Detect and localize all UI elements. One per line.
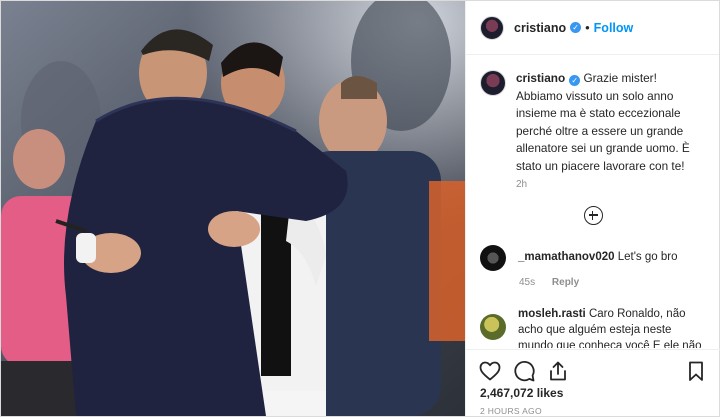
- caption-avatar[interactable]: [480, 70, 506, 96]
- commenter-avatar[interactable]: [480, 245, 506, 271]
- caption-username[interactable]: cristiano: [516, 71, 565, 85]
- comment-text: Let's go bro: [617, 251, 678, 263]
- share-icon[interactable]: [546, 359, 570, 383]
- caption-text: Grazie mister! Abbiamo vissuto un solo a…: [516, 71, 690, 173]
- author-username[interactable]: cristiano: [514, 21, 566, 35]
- comment-time[interactable]: 45s: [519, 277, 535, 288]
- comments-list[interactable]: cristiano ✓ Grazie mister! Abbiamo vissut…: [466, 56, 720, 348]
- photo-illustration: [1, 1, 465, 416]
- caption-time[interactable]: 2h: [516, 179, 720, 190]
- post-caption: cristiano ✓ Grazie mister! Abbiamo vissut…: [466, 56, 720, 175]
- post-actions-section: 2,467,072 likes 2 HOURS AGO: [466, 349, 720, 416]
- verified-icon: ✓: [569, 75, 581, 86]
- list-item: _mamathanov020 Let's go bro: [466, 245, 720, 271]
- instagram-post: cristiano ✓ • Follow cristiano ✓ Grazie m…: [0, 0, 720, 417]
- caption-text-block: cristiano ✓ Grazie mister! Abbiamo vissut…: [516, 70, 706, 175]
- load-more-icon[interactable]: [583, 206, 603, 225]
- list-item: mosleh.rasti Caro Ronaldo, não acho que …: [466, 306, 720, 348]
- post-side-panel: cristiano ✓ • Follow cristiano ✓ Grazie m…: [465, 1, 720, 416]
- reply-button[interactable]: Reply: [552, 277, 579, 288]
- bookmark-icon[interactable]: [684, 359, 708, 383]
- comment-username[interactable]: mosleh.rasti: [518, 308, 586, 320]
- likes-count[interactable]: 2,467,072 likes: [466, 384, 720, 400]
- heart-icon[interactable]: [478, 359, 502, 383]
- comment-text-block: _mamathanov020 Let's go bro: [518, 245, 706, 271]
- commenter-avatar[interactable]: [480, 314, 506, 340]
- author-avatar[interactable]: [480, 15, 504, 40]
- post-photo[interactable]: [1, 1, 465, 416]
- action-bar: [466, 350, 720, 384]
- comment-meta: 45s Reply: [519, 277, 720, 288]
- follow-button[interactable]: Follow: [594, 21, 634, 35]
- comment-text-block: mosleh.rasti Caro Ronaldo, não acho que …: [518, 306, 706, 348]
- post-timestamp[interactable]: 2 HOURS AGO: [466, 400, 720, 416]
- comment-username[interactable]: _mamathanov020: [518, 251, 615, 263]
- post-header: cristiano ✓ • Follow: [466, 1, 719, 55]
- comment-icon[interactable]: [512, 359, 536, 383]
- header-separator: •: [585, 20, 590, 35]
- verified-icon: ✓: [570, 22, 582, 33]
